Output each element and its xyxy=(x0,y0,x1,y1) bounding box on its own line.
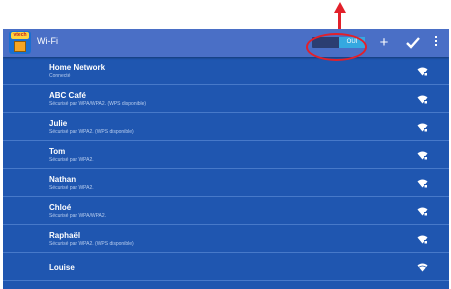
vtech-logo-text: vtech xyxy=(11,32,29,39)
page-title: Wi-Fi xyxy=(37,36,58,46)
network-status: Sécurisé par WPA2. xyxy=(49,185,94,191)
network-status: Sécurisé par WPA/WPA2. xyxy=(49,213,107,219)
wifi-secured-icon xyxy=(417,179,428,188)
network-name: Home Network xyxy=(49,63,106,72)
network-row-julie[interactable]: Julie Sécurisé par WPA2. (WPS disponible… xyxy=(3,113,449,141)
network-status: Connecté xyxy=(49,73,71,79)
app-box-icon xyxy=(14,41,26,52)
check-icon[interactable] xyxy=(404,34,422,52)
network-status: Sécurisé par WPA/WPA2. (WPS disponible) xyxy=(49,101,147,107)
plus-icon[interactable]: + xyxy=(375,34,393,52)
network-row-raphael[interactable]: Raphaël Sécurisé par WPA2. (WPS disponib… xyxy=(3,225,449,253)
network-row-abc-cafe[interactable]: ABC Café Sécurisé par WPA/WPA2. (WPS dis… xyxy=(3,85,449,113)
vtech-app-icon[interactable]: vtech xyxy=(9,31,31,54)
wifi-secured-icon xyxy=(417,95,428,104)
network-row-nathan[interactable]: Nathan Sécurisé par WPA2. xyxy=(3,169,449,197)
network-row-tom[interactable]: Tom Sécurisé par WPA2. xyxy=(3,141,449,169)
wifi-secured-icon xyxy=(417,123,428,132)
overflow-menu-icon[interactable] xyxy=(430,34,442,52)
wifi-secured-icon xyxy=(417,207,428,216)
network-name: Chloé xyxy=(49,203,72,212)
network-name: Nathan xyxy=(49,175,77,184)
network-name: Raphaël xyxy=(49,231,81,240)
wifi-open-icon xyxy=(417,263,428,272)
network-status: Sécurisé par WPA2. (WPS disponible) xyxy=(49,241,134,247)
wifi-secured-icon xyxy=(417,67,428,76)
wifi-secured-icon xyxy=(417,151,428,160)
network-row-home-network[interactable]: Home Network Connecté xyxy=(3,57,449,85)
check-glyph xyxy=(406,37,420,49)
action-bar: vtech Wi-Fi OUI + xyxy=(3,29,449,57)
network-list: Home Network Connecté ABC Café Sécurisé … xyxy=(3,57,449,281)
network-name: Louise xyxy=(49,263,75,272)
network-name: ABC Café xyxy=(49,91,86,100)
network-status: Sécurisé par WPA2. xyxy=(49,157,94,163)
wifi-secured-icon xyxy=(417,235,428,244)
annotation-highlight-circle xyxy=(306,33,367,61)
network-name: Tom xyxy=(49,147,66,156)
network-row-louise[interactable]: Louise xyxy=(3,253,449,281)
wifi-settings-screen: vtech Wi-Fi OUI + Home Network Connecté xyxy=(3,29,449,289)
network-row-chloe[interactable]: Chloé Sécurisé par WPA/WPA2. xyxy=(3,197,449,225)
network-status: Sécurisé par WPA2. (WPS disponible) xyxy=(49,129,134,135)
network-name: Julie xyxy=(49,119,68,128)
